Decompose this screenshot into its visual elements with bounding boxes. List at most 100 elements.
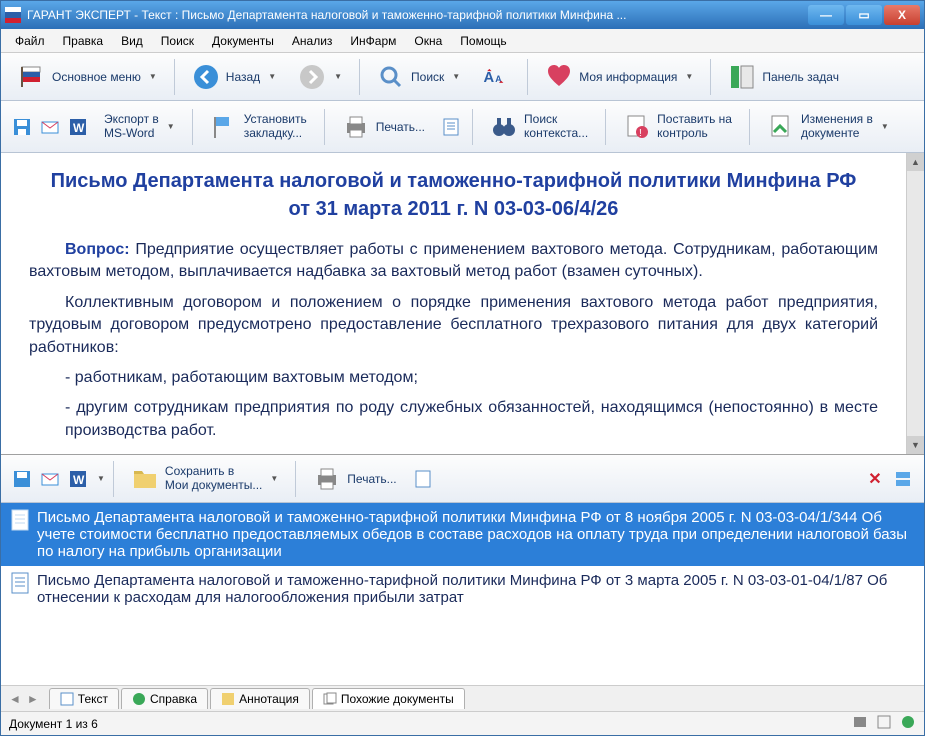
document-list-item: - работникам, работающим вахтовым методо…: [65, 367, 878, 389]
window-title: ГАРАНТ ЭКСПЕРТ - Текст : Письмо Департам…: [27, 8, 808, 22]
document-paragraph: Коллективным договором и положением о по…: [29, 292, 878, 359]
save-icon: [12, 469, 32, 489]
forward-button[interactable]: ▼: [289, 58, 351, 96]
export-word-button[interactable]: Экспорт вMS-Word ▼: [95, 108, 184, 144]
tab-next-icon[interactable]: ►: [25, 692, 41, 706]
task-panel-button[interactable]: Панель задач: [719, 58, 848, 96]
document-icon: [11, 572, 29, 594]
status-doc-position: Документ 1 из 6: [9, 717, 98, 731]
toolbar-primary: Основное меню ▼ Назад ▼ ▼ Поиск ▼ AA Моя…: [1, 53, 924, 101]
print-settings-button[interactable]: [438, 114, 464, 140]
pane-layout-button[interactable]: [890, 466, 916, 492]
vertical-scrollbar[interactable]: ▲ ▼: [906, 153, 924, 454]
binoculars-icon: [490, 113, 518, 141]
font-size-icon: AA: [482, 63, 510, 91]
bookmark-flag-icon: [210, 113, 238, 141]
chevron-down-icon: ▼: [167, 122, 175, 131]
back-button[interactable]: Назад ▼: [183, 58, 285, 96]
chevron-down-icon: ▼: [149, 72, 157, 81]
toolbar-secondary: W Экспорт вMS-Word ▼ Установитьзакладку.…: [1, 101, 924, 153]
pane-close-button[interactable]: ✕: [862, 466, 888, 492]
chevron-down-icon: ▼: [452, 72, 460, 81]
put-on-control-button[interactable]: ! Поставить наконтроль: [614, 108, 741, 146]
tab-annotation[interactable]: Аннотация: [210, 688, 310, 709]
result-item[interactable]: Письмо Департамента налоговой и таможенн…: [1, 566, 924, 612]
save-button[interactable]: [9, 114, 35, 140]
printer-icon: [313, 465, 341, 493]
minimize-button[interactable]: —: [808, 5, 844, 25]
chevron-down-icon: ▼: [881, 122, 889, 131]
menu-documents[interactable]: Документы: [204, 31, 282, 51]
flag-icon: [18, 63, 46, 91]
chevron-down-icon: ▼: [268, 72, 276, 81]
tab-prev-icon[interactable]: ◄: [7, 692, 23, 706]
titlebar: ГАРАНТ ЭКСПЕРТ - Текст : Письмо Департам…: [1, 1, 924, 29]
tab-text[interactable]: Текст: [49, 688, 119, 709]
mail-button[interactable]: [37, 114, 63, 140]
magnifier-icon: [377, 63, 405, 91]
lower-print-button[interactable]: Печать...: [304, 460, 405, 498]
save-to-mydocs-button[interactable]: Сохранить вМои документы... ▼: [122, 460, 287, 498]
menu-windows[interactable]: Окна: [406, 31, 450, 51]
lower-toolbar: W ▼ Сохранить вМои документы... ▼ Печать…: [1, 455, 924, 503]
word-icon: W: [68, 117, 88, 137]
document-paragraph: Вопрос: Предприятие осуществляет работы …: [29, 239, 878, 284]
lower-word-button[interactable]: W: [65, 466, 91, 492]
heart-icon: [545, 63, 573, 91]
menu-view[interactable]: Вид: [113, 31, 151, 51]
app-logo-icon: [5, 7, 21, 23]
app-window: ГАРАНТ ЭКСПЕРТ - Текст : Письмо Департам…: [0, 0, 925, 736]
chevron-down-icon[interactable]: ▼: [97, 474, 105, 483]
page-icon: [441, 117, 461, 137]
menu-search[interactable]: Поиск: [153, 31, 202, 51]
word-button[interactable]: W: [65, 114, 91, 140]
menu-infarm[interactable]: ИнФарм: [342, 31, 404, 51]
mail-icon: [40, 117, 60, 137]
font-size-button[interactable]: AA: [473, 58, 519, 96]
tab-similar[interactable]: Похожие документы: [312, 688, 465, 709]
folder-icon: [131, 465, 159, 493]
lower-save-button[interactable]: [9, 466, 35, 492]
menu-edit[interactable]: Правка: [55, 31, 112, 51]
forward-arrow-icon: [298, 63, 326, 91]
tab-reference[interactable]: Справка: [121, 688, 208, 709]
document-text[interactable]: Письмо Департамента налоговой и таможенн…: [1, 153, 906, 454]
chevron-down-icon: ▼: [685, 72, 693, 81]
menu-analysis[interactable]: Анализ: [284, 31, 341, 51]
mail-icon: [40, 469, 60, 489]
statusbar: Документ 1 из 6: [1, 711, 924, 735]
set-bookmark-button[interactable]: Установитьзакладку...: [201, 108, 316, 146]
menu-help[interactable]: Помощь: [452, 31, 514, 51]
status-icon-1[interactable]: [852, 714, 868, 733]
changes-button[interactable]: Изменения вдокументе ▼: [758, 108, 898, 146]
my-info-button[interactable]: Моя информация ▼: [536, 58, 702, 96]
tab-nav: ◄ ►: [7, 692, 41, 706]
printer-icon: [342, 113, 370, 141]
context-search-button[interactable]: Поискконтекста...: [481, 108, 597, 146]
status-icon-2[interactable]: [876, 714, 892, 733]
svg-text:!: !: [639, 128, 642, 139]
similar-documents-pane: W ▼ Сохранить вМои документы... ▼ Печать…: [1, 455, 924, 685]
close-button[interactable]: X: [884, 5, 920, 25]
search-button[interactable]: Поиск ▼: [368, 58, 469, 96]
svg-text:W: W: [73, 473, 85, 487]
changes-icon: [767, 113, 795, 141]
tabstrip: ◄ ► Текст Справка Аннотация Похожие доку…: [1, 685, 924, 711]
main-menu-button[interactable]: Основное меню ▼: [9, 58, 166, 96]
document-list-item: - другим сотрудникам предприятия по роду…: [65, 397, 878, 442]
lower-page-button[interactable]: [410, 466, 436, 492]
maximize-button[interactable]: ▭: [846, 5, 882, 25]
result-item[interactable]: Письмо Департамента налоговой и таможенн…: [1, 503, 924, 566]
control-doc-icon: !: [623, 113, 651, 141]
lower-mail-button[interactable]: [37, 466, 63, 492]
menu-file[interactable]: Файл: [7, 31, 53, 51]
print-button[interactable]: Печать...: [333, 108, 434, 146]
similar-tab-icon: [323, 692, 337, 706]
scroll-down-icon[interactable]: ▼: [907, 436, 924, 454]
save-icon: [12, 117, 32, 137]
status-icon-3[interactable]: [900, 714, 916, 733]
scroll-up-icon[interactable]: ▲: [907, 153, 924, 171]
panel-icon: [728, 63, 756, 91]
layout-icon: [895, 471, 911, 487]
page-icon: [413, 469, 433, 489]
